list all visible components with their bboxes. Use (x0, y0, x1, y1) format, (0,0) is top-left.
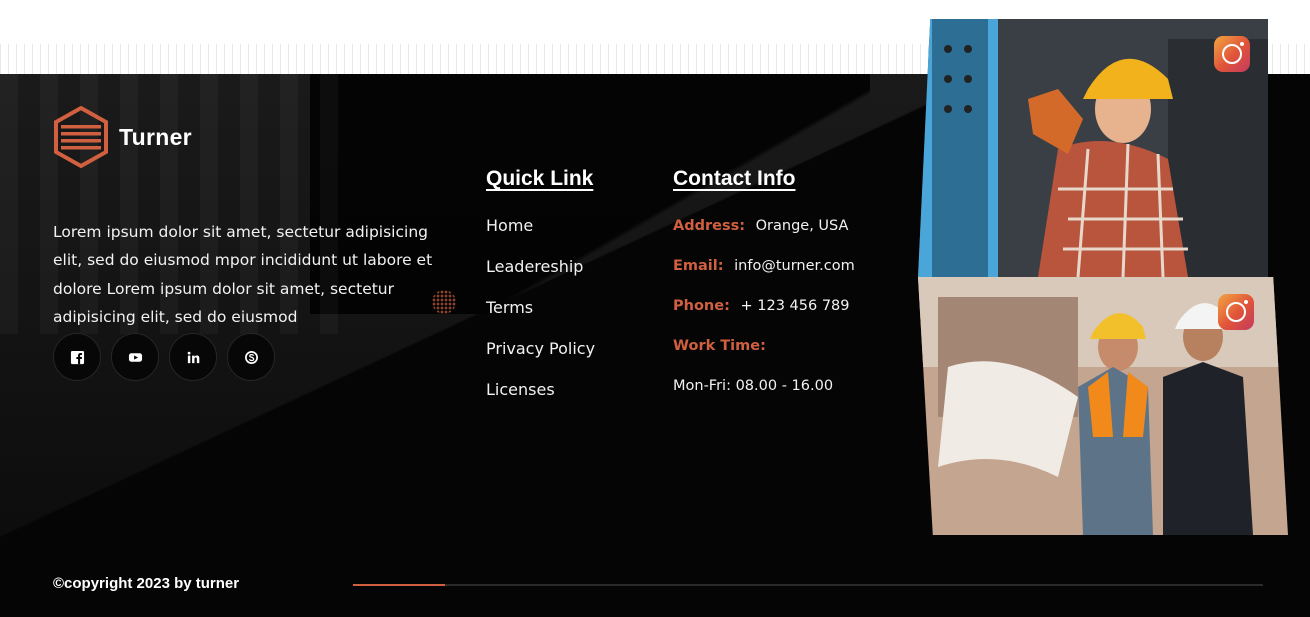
contact-email: Email: info@turner.com (673, 255, 855, 295)
facebook-button[interactable] (53, 333, 101, 381)
quick-link-home[interactable]: Home (486, 214, 595, 255)
quick-link-terms[interactable]: Terms (486, 296, 595, 337)
address-value: Orange, USA (755, 218, 849, 234)
contact-info: Address: Orange, USA Email: info@turner.… (673, 215, 855, 415)
address-label: Address: (673, 218, 746, 234)
facebook-icon (70, 350, 84, 364)
quick-link-title: Quick Link (486, 167, 594, 190)
linkedin-icon (187, 351, 199, 363)
contact-info-title: Contact Info (673, 167, 796, 190)
linkedin-button[interactable] (169, 333, 217, 381)
copyright-text: ©copyright 2023 by turner (53, 575, 240, 592)
instagram-icon[interactable] (1214, 36, 1250, 72)
phone-label: Phone: (673, 298, 730, 314)
quick-links-list: Home Leadereship Terms Privacy Policy Li… (486, 214, 595, 419)
quick-link-licenses[interactable]: Licenses (486, 378, 595, 419)
gallery-photo-worker[interactable] (918, 19, 1268, 277)
contact-address: Address: Orange, USA (673, 215, 855, 255)
youtube-icon (128, 352, 142, 362)
phone-link[interactable]: + 123 456 789 (740, 298, 849, 314)
hexagon-logo-icon (54, 106, 108, 168)
quick-link-privacy-policy[interactable]: Privacy Policy (486, 337, 595, 378)
footer-divider-accent (353, 584, 445, 586)
contact-work-hours: Mon-Fri: 08.00 - 16.00 (673, 375, 855, 415)
email-label: Email: (673, 258, 724, 274)
email-link[interactable]: info@turner.com (734, 258, 855, 274)
dot-pattern-decoration (432, 290, 456, 314)
instagram-icon[interactable] (1218, 294, 1254, 330)
footer-logo[interactable]: Turner (53, 106, 192, 168)
gallery-photo-engineers[interactable] (918, 277, 1288, 535)
quick-link-leadership[interactable]: Leadereship (486, 255, 595, 296)
work-time-value: Mon-Fri: 08.00 - 16.00 (673, 378, 834, 394)
about-text: Lorem ipsum dolor sit amet, sectetur adi… (53, 222, 433, 327)
social-links (53, 333, 275, 381)
footer-divider (353, 584, 1263, 586)
skype-icon (244, 350, 258, 364)
contact-phone: Phone: + 123 456 789 (673, 295, 855, 335)
work-time-label: Work Time: (673, 338, 766, 354)
youtube-button[interactable] (111, 333, 159, 381)
contact-work-time: Work Time: (673, 335, 855, 375)
brand-name: Turner (119, 123, 192, 150)
skype-button[interactable] (227, 333, 275, 381)
